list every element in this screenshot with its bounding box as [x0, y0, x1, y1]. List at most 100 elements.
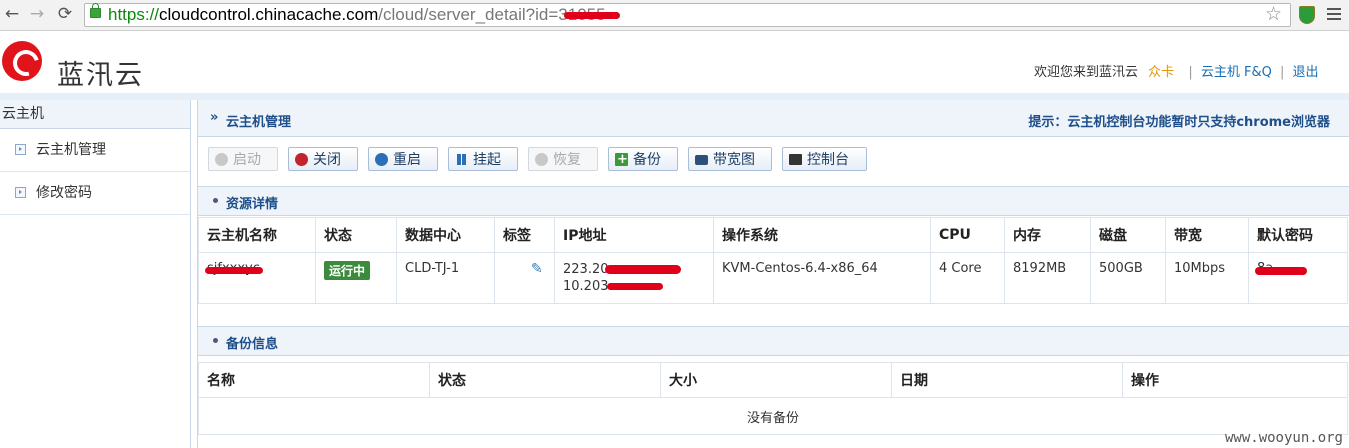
- redaction-mark: [605, 265, 681, 274]
- datacenter-cell: CLD-TJ-1: [396, 252, 495, 304]
- backup-label: 备份: [633, 152, 661, 168]
- browser-menu-icon[interactable]: [1327, 8, 1341, 23]
- url-redacted: 1055: [563, 5, 620, 24]
- restart-button[interactable]: 重启: [368, 147, 438, 171]
- username: 众卡: [1148, 65, 1175, 80]
- divider: |: [1279, 65, 1285, 80]
- resume-button[interactable]: 恢复: [528, 147, 598, 171]
- status-cell: 运行中: [315, 252, 397, 304]
- action-toolbar: 启动 关闭 重启 挂起 恢复 备份 带宽图 控制台: [198, 137, 1349, 182]
- site-header: 蓝汛云 欢迎您来到蓝汛云 众卡 | 云主机 F&Q | 退出: [0, 31, 1349, 94]
- plus-icon: [615, 148, 628, 172]
- column-header: 名称: [198, 362, 430, 398]
- brand-name: 蓝汛云: [57, 60, 144, 91]
- status-badge: 运行中: [324, 261, 371, 280]
- column-header: 日期: [891, 362, 1123, 398]
- column-header: IP地址: [554, 217, 714, 253]
- sidebar-item-change-password[interactable]: 修改密码: [0, 172, 190, 215]
- shutdown-button[interactable]: 关闭: [288, 147, 358, 171]
- extension-shield-icon[interactable]: [1299, 6, 1315, 24]
- arrow-bullet-icon: [15, 144, 26, 155]
- divider: |: [1188, 65, 1193, 80]
- column-header: 大小: [660, 362, 892, 398]
- os-cell: KVM-Centos-6.4-x86_64: [713, 252, 931, 304]
- column-header: CPU: [930, 217, 1005, 253]
- cpu-cell: 4 Core: [930, 252, 1005, 304]
- refresh-icon: [375, 153, 388, 166]
- pause-icon: [455, 153, 468, 166]
- monitor-icon: [695, 155, 708, 165]
- column-header: 磁盘: [1090, 217, 1166, 253]
- header-divider: [0, 93, 1349, 100]
- power-icon: [215, 153, 228, 166]
- redaction-mark: [1255, 267, 1307, 275]
- section-title: 备份信息: [226, 337, 279, 352]
- bandwidth-cell: 10Mbps: [1165, 252, 1249, 304]
- logout-link[interactable]: 退出: [1293, 65, 1319, 80]
- top-navigation: 欢迎您来到蓝汛云 众卡 | 云主机 F&Q | 退出: [1034, 61, 1319, 80]
- brand-logo-icon: [2, 41, 42, 81]
- table-header-row: 名称 状态 大小 日期 操作: [198, 362, 1348, 398]
- column-header: 内存: [1004, 217, 1091, 253]
- sidebar-item-label: 修改密码: [36, 185, 92, 201]
- resource-table: 云主机名称 状态 数据中心 标签 IP地址 操作系统 CPU 内存 磁盘 带宽 …: [198, 217, 1348, 304]
- main-panel: » 云主机管理 提示：云主机控制台功能暂时只支持chrome浏览器 启动 关闭 …: [197, 100, 1349, 448]
- ip-cell: 223.20 10.203.: [554, 252, 714, 304]
- disk-cell: 500GB: [1090, 252, 1166, 304]
- url-text: https://cloudcontrol.chinacache.com/clou…: [108, 5, 620, 25]
- ip-private: 10.203.: [563, 279, 613, 294]
- tag-cell: ✎: [494, 252, 555, 304]
- edit-pencil-icon[interactable]: ✎: [531, 261, 543, 277]
- shutdown-label: 关闭: [313, 152, 341, 168]
- reload-icon[interactable]: ⟳: [55, 4, 75, 24]
- sidebar-item-server-management[interactable]: 云主机管理: [0, 129, 190, 172]
- memory-cell: 8192MB: [1004, 252, 1091, 304]
- column-header: 操作: [1122, 362, 1348, 398]
- faq-link[interactable]: 云主机 F&Q: [1201, 65, 1272, 80]
- resource-section-header: 资源详情: [198, 186, 1349, 216]
- start-button[interactable]: 启动: [208, 147, 278, 171]
- sidebar: 云主机 云主机管理 修改密码: [0, 100, 191, 448]
- table-row: 没有备份: [198, 397, 1348, 435]
- bookmark-star-icon[interactable]: ☆: [1265, 3, 1282, 25]
- column-header: 状态: [429, 362, 661, 398]
- url-path: /cloud/server_detail?id=3: [378, 5, 568, 24]
- forward-icon[interactable]: →: [27, 4, 47, 24]
- welcome-text: 欢迎您来到蓝汛云: [1034, 65, 1139, 80]
- double-chevron-icon: »: [210, 110, 219, 125]
- section-title: 资源详情: [226, 197, 279, 212]
- backup-table: 名称 状态 大小 日期 操作 没有备份: [198, 362, 1348, 435]
- table-row: sjfxxxyc 运行中 CLD-TJ-1 ✎ 223.20 10.203. K…: [198, 252, 1348, 304]
- section-bullet: [213, 338, 218, 343]
- bandwidth-chart-label: 带宽图: [713, 152, 755, 168]
- console-button[interactable]: 控制台: [782, 147, 867, 171]
- column-header: 默认密码: [1248, 217, 1348, 253]
- redaction-mark: [205, 267, 263, 274]
- suspend-button[interactable]: 挂起: [448, 147, 518, 171]
- section-bullet: [213, 198, 218, 203]
- console-icon: [789, 154, 802, 165]
- empty-backup-message: 没有备份: [198, 397, 1348, 435]
- sidebar-title: 云主机: [0, 100, 190, 129]
- column-header: 状态: [315, 217, 397, 253]
- url-scheme: https://: [108, 5, 160, 24]
- browser-tip: 提示：云主机控制台功能暂时只支持chrome浏览器: [1028, 115, 1330, 130]
- resume-label: 恢复: [553, 152, 581, 168]
- column-header: 数据中心: [396, 217, 495, 253]
- resume-icon: [535, 153, 548, 166]
- backup-button[interactable]: 备份: [608, 147, 678, 172]
- url-host: cloudcontrol.chinacache.com: [159, 5, 379, 24]
- bandwidth-chart-button[interactable]: 带宽图: [688, 147, 772, 171]
- watermark: www.wooyun.org: [1224, 430, 1343, 446]
- address-bar[interactable]: https://cloudcontrol.chinacache.com/clou…: [84, 3, 1291, 27]
- browser-toolbar: ← → ⟳ https://cloudcontrol.chinacache.co…: [0, 0, 1349, 31]
- redaction-mark: [563, 12, 620, 19]
- table-header-row: 云主机名称 状态 数据中心 标签 IP地址 操作系统 CPU 内存 磁盘 带宽 …: [198, 217, 1348, 253]
- password-cell: 8a: [1248, 252, 1348, 304]
- ip-public: 223.20: [563, 262, 609, 277]
- server-name-cell: sjfxxxyc: [198, 252, 316, 304]
- restart-label: 重启: [393, 152, 421, 168]
- column-header: 标签: [494, 217, 555, 253]
- back-icon[interactable]: ←: [2, 4, 22, 24]
- backup-section-header: 备份信息: [198, 326, 1349, 356]
